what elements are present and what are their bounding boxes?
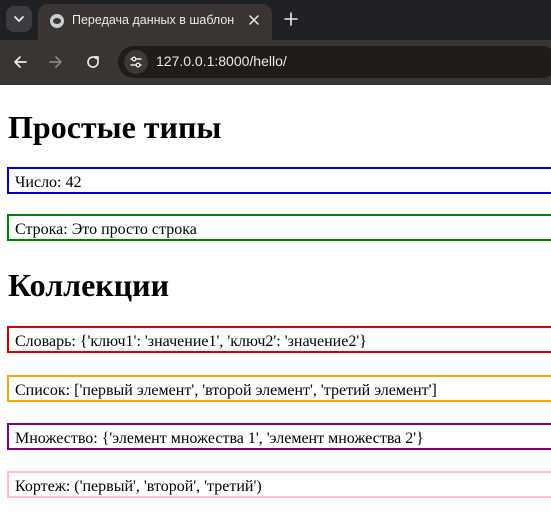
collections-heading: Коллекции [8,267,170,303]
tab-close-button[interactable] [246,12,262,28]
string-box: Строка: Это просто строка [7,214,551,241]
reload-button[interactable] [82,51,104,73]
tuple-value: ('первый', 'второй', 'третий') [74,478,262,495]
number-value: 42 [65,174,82,191]
new-tab-button[interactable] [280,8,302,30]
tune-icon [130,56,142,68]
arrow-right-icon [49,56,62,68]
browser-toolbar: 127.0.0.1:8000/hello/ [0,40,551,85]
browser-tab-strip: Передача данных в шаблон [0,0,551,40]
back-button[interactable] [9,51,31,73]
list-value: ['первый элемент', 'второй элемент', 'тр… [74,382,437,399]
list-label: Список: [15,382,71,399]
number-label: Число: [15,174,62,191]
string-value: Это просто строка [71,221,197,238]
address-bar[interactable]: 127.0.0.1:8000/hello/ [118,46,551,78]
set-value: {'элемент множества 1', 'элемент множест… [101,430,424,447]
string-label: Строка: [15,221,68,238]
tuple-label: Кортеж: [15,478,71,495]
dict-box: Словарь: {'ключ1': 'значение1', 'ключ2':… [7,326,551,353]
dict-value: {'ключ1': 'значение1', 'ключ2': 'значени… [79,333,367,350]
site-info-button[interactable] [124,50,148,74]
plus-icon [284,12,298,26]
globe-icon [50,14,64,28]
chevron-down-icon [14,16,24,22]
forward-button[interactable] [45,51,67,73]
set-box: Множество: {'элемент множества 1', 'элем… [7,423,551,450]
dict-label: Словарь: [15,333,76,350]
tab-title: Передача данных в шаблон [72,13,235,27]
arrow-left-icon [14,56,27,68]
url-text[interactable]: 127.0.0.1:8000/hello/ [156,53,287,69]
set-label: Множество: [15,430,98,447]
close-icon [249,15,259,25]
tab-search-button[interactable] [6,6,32,32]
active-tab[interactable]: Передача данных в шаблон [38,4,272,40]
number-box: Число: 42 [7,167,551,194]
list-box: Список: ['первый элемент', 'второй элеме… [7,375,551,402]
tuple-box: Кортеж: ('первый', 'второй', 'третий') [7,471,551,498]
reload-icon [87,56,99,68]
simple-types-heading: Простые типы [8,109,222,145]
